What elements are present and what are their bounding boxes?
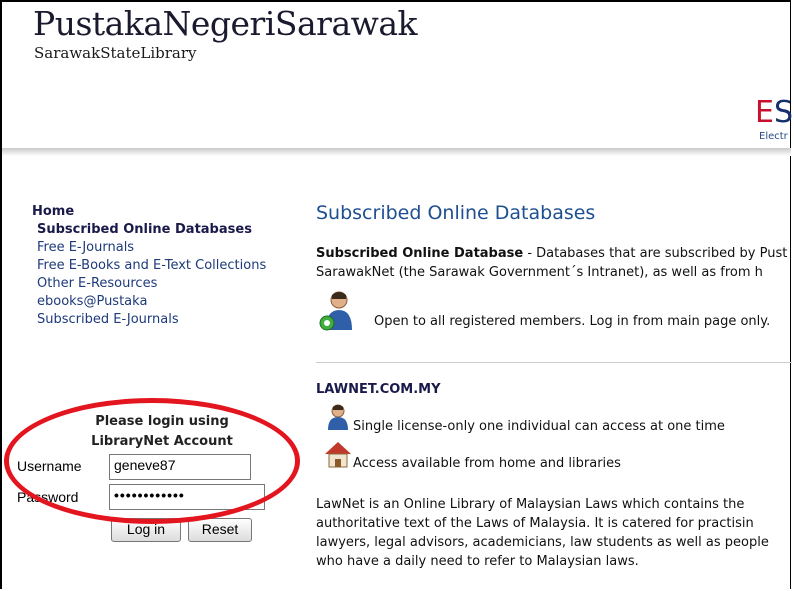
sidebar-home-link[interactable]: Home [32,204,74,219]
lawnet-description-line: lawyers, legal advisors, academicians, l… [316,535,769,550]
users-icon [319,291,352,331]
login-heading: Please login using LibraryNet Account [72,412,252,452]
sidebar-item-other-eresources[interactable]: Other E-Resources [37,275,266,293]
open-access-text: Open to all registered members. Log in f… [374,314,771,329]
library-logo-title[interactable]: PustakaNegeriSarawak [33,4,418,43]
reset-button[interactable]: Reset [188,518,252,542]
eservices-logo-s: S [773,95,794,130]
password-input[interactable]: •••••••••••• [109,484,265,510]
page-title: Subscribed Online Databases [316,202,596,224]
single-user-icon [328,404,348,430]
username-input[interactable]: geneve87 [109,454,251,480]
username-label: Username [17,458,82,474]
sidebar-item-free-ebooks[interactable]: Free E-Books and E-Text Collections [37,257,266,275]
eservices-logo: ES [755,95,793,130]
sidebar-item-subscribed-ejournals[interactable]: Subscribed E-Journals [37,311,266,329]
eservices-logo-e: E [755,95,774,130]
sidebar-item-ebooks-pustaka[interactable]: ebooks@Pustaka [37,293,266,311]
eservices-logo-caption: Electr [759,131,788,142]
intro-line2: SarawakNet (the Sarawak Government´s Int… [316,265,763,280]
content-divider [316,362,792,363]
intro-rest: - Databases that are subscribed by Pust [523,246,788,261]
lawnet-description-line: who have a daily need to refer to Malays… [316,554,639,569]
library-logo-subtitle: SarawakStateLibrary [34,44,197,62]
sidebar-nav: Subscribed Online Databases Free E-Journ… [37,221,266,329]
lawnet-heading[interactable]: LAWNET.COM.MY [316,382,441,397]
house-icon [325,442,351,468]
lawnet-description-line: LawNet is an Online Library of Malaysian… [316,497,745,512]
login-button[interactable]: Log in [111,518,181,542]
login-heading-line2: LibraryNet Account [91,434,233,449]
intro-bold: Subscribed Online Database [316,246,524,261]
home-access-text: Access available from home and libraries [353,456,621,471]
lawnet-description: LawNet is an Online Library of Malaysian… [316,495,794,571]
intro-line1: Subscribed Online Database - Databases t… [316,244,794,263]
lawnet-description-line: authoritative text of the Laws of Malays… [316,516,754,531]
intro-paragraph: Subscribed Online Database - Databases t… [316,244,794,282]
login-heading-line1: Please login using [95,414,229,429]
header-divider [2,148,791,156]
sidebar-item-free-ejournals[interactable]: Free E-Journals [37,239,266,257]
sidebar-item-subscribed-databases[interactable]: Subscribed Online Databases [37,221,266,239]
license-text: Single license-only one individual can a… [353,419,725,434]
password-label: Password [17,489,79,505]
